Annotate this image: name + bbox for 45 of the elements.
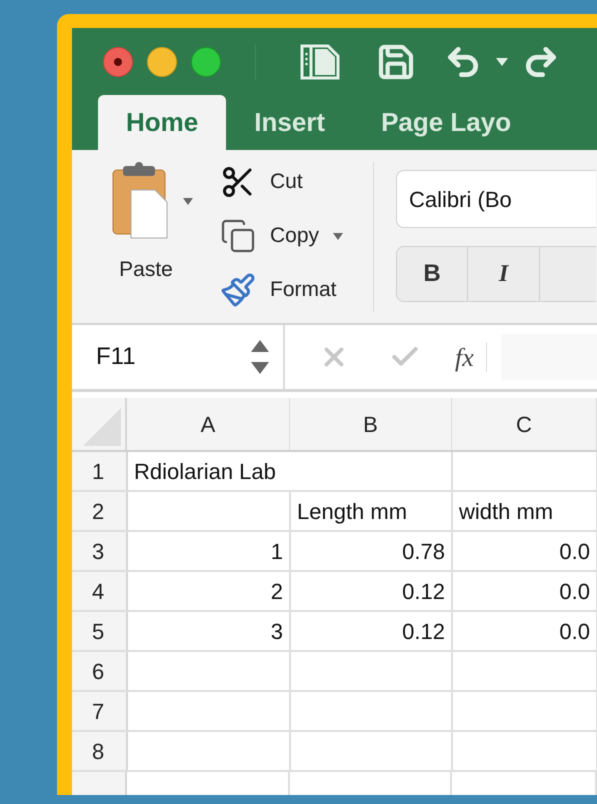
name-box[interactable]: F11	[72, 325, 285, 389]
font-name-field[interactable]: Calibri (Bo	[396, 170, 596, 228]
table-cell[interactable]: 1	[128, 532, 291, 570]
zoom-button[interactable]	[191, 46, 221, 76]
paste-button[interactable]: Paste	[119, 254, 173, 286]
copy-icon	[220, 218, 256, 254]
paintbrush-icon	[220, 272, 256, 308]
ribbon-tab[interactable]: Insert	[226, 95, 354, 150]
minimize-button[interactable]	[147, 46, 177, 76]
row-header[interactable]: 5	[72, 612, 128, 650]
italic-button[interactable]: I	[468, 246, 540, 302]
column-header[interactable]: C	[452, 398, 597, 450]
format-button[interactable]: Format	[270, 274, 337, 306]
row-header[interactable]: 7	[72, 692, 128, 730]
sidebar-document-icon[interactable]	[300, 44, 340, 80]
row-header[interactable]: 1	[72, 452, 128, 490]
paste-dropdown-icon	[183, 198, 193, 204]
bold-button[interactable]: B	[396, 246, 468, 302]
row-header[interactable]: 4	[72, 572, 128, 610]
row-header[interactable]: 3	[72, 532, 128, 570]
table-cell[interactable]: Length mm	[291, 492, 453, 530]
table-cell[interactable]: 2	[128, 572, 291, 610]
column-header[interactable]: B	[290, 398, 452, 450]
insert-function-button[interactable]: fx	[455, 338, 474, 376]
row-header[interactable]: 2	[72, 492, 128, 530]
table-cell[interactable]: 0.0	[453, 532, 597, 570]
row-header[interactable]: 6	[72, 652, 128, 690]
table-cell[interactable]: 0.12	[291, 572, 453, 610]
undo-dropdown-icon[interactable]	[496, 58, 508, 66]
ribbon-tab[interactable]: Home	[98, 95, 226, 150]
ribbon-tab[interactable]: Page Layo	[353, 95, 540, 150]
row-header[interactable]: 8	[72, 732, 128, 770]
copy-button[interactable]: Copy	[270, 220, 320, 252]
table-cell[interactable]: Rdiolarian Lab	[128, 452, 291, 490]
column-header[interactable]: A	[127, 398, 290, 450]
table-cell[interactable]: 0.0	[453, 572, 597, 610]
close-button[interactable]	[103, 46, 133, 76]
table-cell[interactable]: 0.0	[453, 612, 597, 650]
cut-button[interactable]: Cut	[270, 166, 303, 198]
table-cell[interactable]: width mm	[453, 492, 597, 530]
table-cell[interactable]: 3	[128, 612, 291, 650]
copy-dropdown-icon	[333, 232, 344, 240]
stepper-icon[interactable]	[251, 338, 269, 376]
table-cell[interactable]: 0.78	[291, 532, 453, 570]
table-cell[interactable]: 0.12	[291, 612, 453, 650]
